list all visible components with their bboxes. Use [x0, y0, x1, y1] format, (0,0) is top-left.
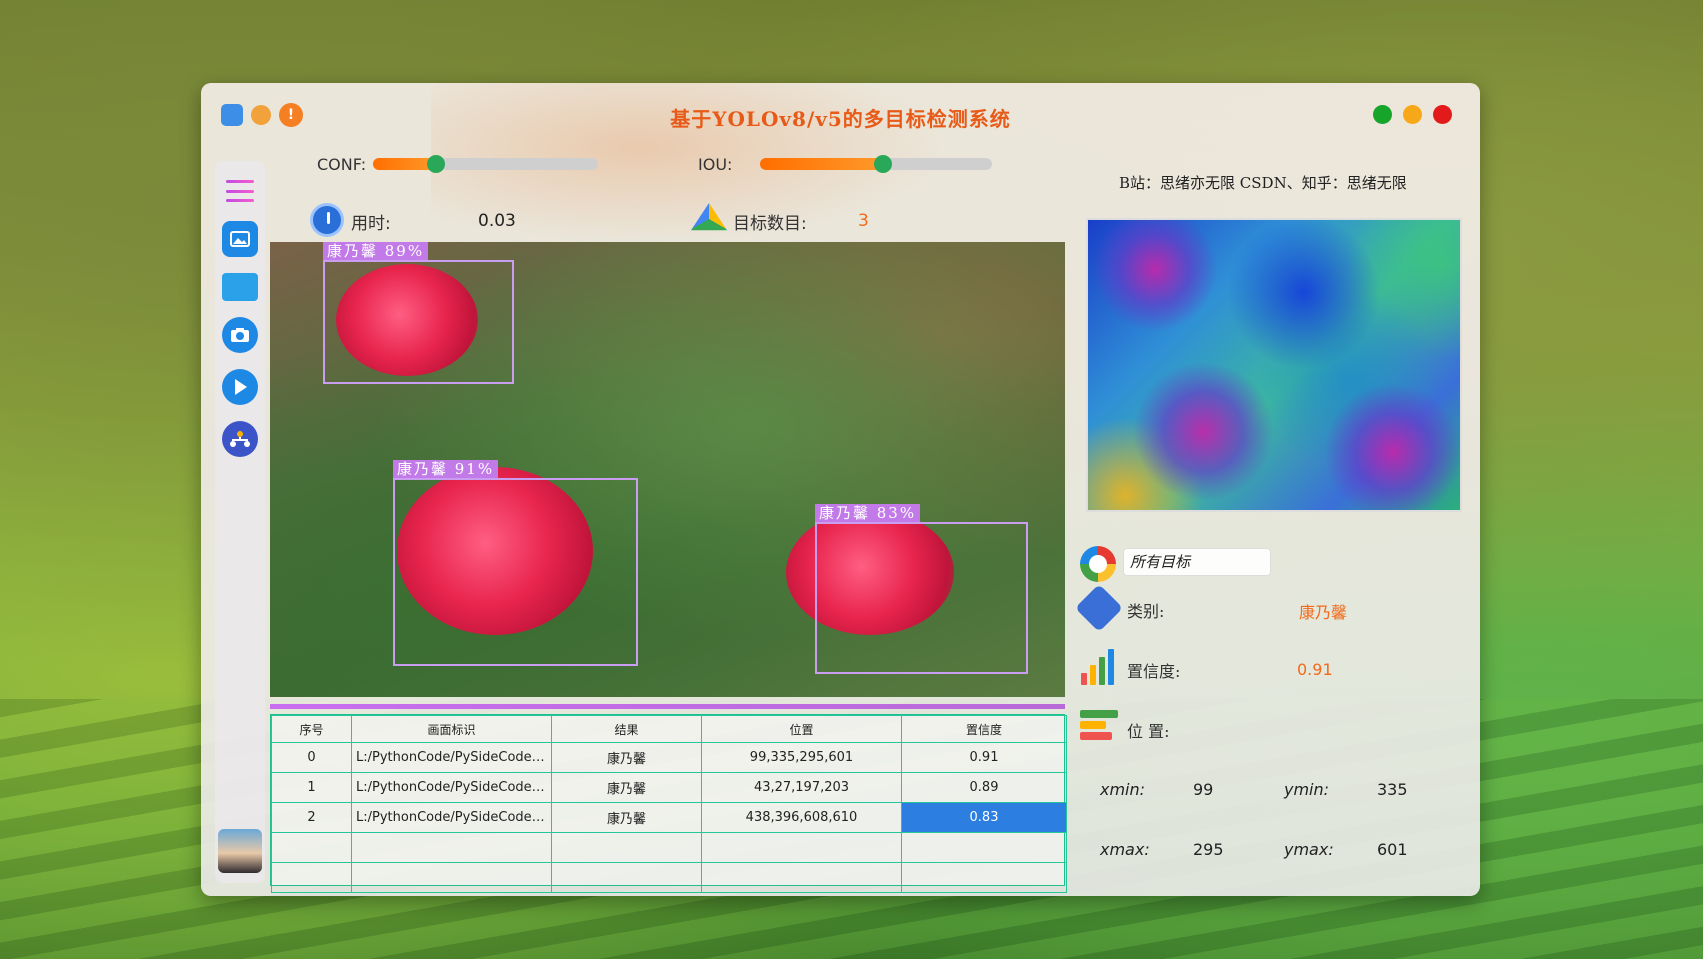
table-cell[interactable]: L:/PythonCode/PySideCode/...	[351, 772, 552, 803]
position-icon	[1080, 710, 1118, 746]
table-header-row: 序号 画面标识 结果 位置 置信度	[271, 715, 1067, 743]
play-icon[interactable]	[222, 369, 258, 405]
table-cell[interactable]: 1	[271, 772, 352, 803]
table-cell[interactable]	[351, 832, 552, 863]
table-cell[interactable]: 2	[271, 802, 352, 833]
table-cell[interactable]: 0.91	[901, 742, 1067, 773]
xmin-value: 99	[1193, 780, 1214, 799]
table-cell[interactable]	[701, 832, 902, 863]
target-icon	[1080, 546, 1116, 582]
network-icon[interactable]	[222, 421, 258, 457]
results-table[interactable]: 序号 画面标识 结果 位置 置信度 0 L:/PythonCode/PySide…	[270, 714, 1067, 893]
image-icon[interactable]	[222, 221, 258, 257]
bbox-label: 康乃馨 83%	[815, 504, 921, 522]
table-cell[interactable]: 43,27,197,203	[701, 772, 902, 803]
table-header[interactable]: 位置	[701, 715, 902, 743]
ymin-value: 335	[1377, 780, 1408, 799]
ymax-value: 601	[1377, 840, 1408, 859]
iou-slider[interactable]	[760, 155, 992, 173]
folder-icon[interactable]	[222, 273, 258, 301]
detection-image: 康乃馨 89% 康乃馨 91% 康乃馨 83%	[270, 242, 1065, 697]
iou-slider-knob[interactable]	[874, 155, 892, 173]
class-label: 类别:	[1127, 602, 1165, 621]
confidence-value: 0.91	[1297, 660, 1333, 679]
table-cell[interactable]	[271, 832, 352, 863]
window-controls	[1373, 105, 1452, 124]
class-value: 康乃馨	[1299, 603, 1348, 622]
table-cell[interactable]: 99,335,295,601	[701, 742, 902, 773]
heatmap-image	[1086, 218, 1462, 512]
position-label: 位 置:	[1127, 722, 1170, 741]
table-row[interactable]: 0 L:/PythonCode/PySideCode/... 康乃馨 99,33…	[271, 742, 1067, 773]
iou-label: IOU:	[698, 155, 733, 174]
table-cell[interactable]: 438,396,608,610	[701, 802, 902, 833]
table-cell[interactable]: L:/PythonCode/PySideCode/...	[351, 802, 552, 833]
drive-icon	[691, 203, 727, 231]
ymin-label: ymin:	[1284, 780, 1330, 799]
menu-icon[interactable]	[222, 173, 258, 209]
author-credit: B站：思绪亦无限 CSDN、知乎：思绪无限	[1119, 174, 1407, 192]
table-cell[interactable]	[901, 832, 1067, 863]
sidebar	[215, 161, 265, 883]
table-cell[interactable]	[901, 862, 1067, 893]
app-title: 基于YOLOv8/v5的多目标检测系统	[670, 107, 1011, 131]
conf-slider[interactable]	[373, 155, 598, 173]
table-cell[interactable]	[701, 862, 902, 893]
table-cell[interactable]	[351, 862, 552, 893]
table-row[interactable]: 2 L:/PythonCode/PySideCode/... 康乃馨 438,3…	[271, 802, 1067, 833]
minimize-button[interactable]	[1403, 105, 1422, 124]
table-cell[interactable]: 康乃馨	[551, 772, 702, 803]
table-cell[interactable]: 0	[271, 742, 352, 773]
tag-icon	[1074, 583, 1124, 633]
xmax-value: 295	[1193, 840, 1224, 859]
app-window: ! 基于YOLOv8/v5的多目标检测系统 CONF: IOU: B站：思绪亦无…	[201, 83, 1480, 896]
conf-slider-knob[interactable]	[427, 155, 445, 173]
count-value: 3	[858, 211, 869, 231]
bbox-label: 康乃馨 91%	[393, 460, 499, 478]
close-button[interactable]	[1433, 105, 1452, 124]
bounding-box	[393, 478, 638, 666]
table-header[interactable]: 置信度	[901, 715, 1067, 743]
xmin-label: xmin:	[1100, 780, 1146, 799]
time-value: 0.03	[478, 211, 516, 231]
camera-icon[interactable]	[222, 317, 258, 353]
count-label: 目标数目:	[733, 214, 807, 234]
table-cell[interactable]	[271, 862, 352, 893]
table-row-empty[interactable]	[271, 862, 1067, 893]
table-cell[interactable]	[551, 862, 702, 893]
xmax-label: xmax:	[1100, 840, 1150, 859]
table-cell[interactable]	[551, 832, 702, 863]
bounding-box	[323, 260, 514, 384]
maximize-button[interactable]	[1373, 105, 1392, 124]
table-cell[interactable]: 康乃馨	[551, 802, 702, 833]
table-row-empty[interactable]	[271, 832, 1067, 863]
clock-icon	[310, 203, 344, 237]
bar-chart-icon	[1081, 649, 1117, 685]
bbox-label: 康乃馨 89%	[323, 242, 429, 260]
confidence-label: 置信度:	[1127, 662, 1181, 681]
conf-label: CONF:	[317, 155, 367, 174]
image-progress-bar	[270, 704, 1065, 709]
table-header[interactable]: 结果	[551, 715, 702, 743]
table-header[interactable]: 画面标识	[351, 715, 552, 743]
table-cell[interactable]: L:/PythonCode/PySideCode/...	[351, 742, 552, 773]
table-header[interactable]: 序号	[271, 715, 352, 743]
bounding-box	[815, 522, 1028, 674]
avatar[interactable]	[218, 829, 262, 873]
table-cell[interactable]: 0.89	[901, 772, 1067, 803]
time-label: 用时:	[351, 214, 391, 234]
table-cell[interactable]: 康乃馨	[551, 742, 702, 773]
table-cell-selected[interactable]: 0.83	[901, 802, 1067, 833]
target-select[interactable]: 所有目标	[1123, 548, 1271, 576]
ymax-label: ymax:	[1284, 840, 1334, 859]
table-row[interactable]: 1 L:/PythonCode/PySideCode/... 康乃馨 43,27…	[271, 772, 1067, 803]
